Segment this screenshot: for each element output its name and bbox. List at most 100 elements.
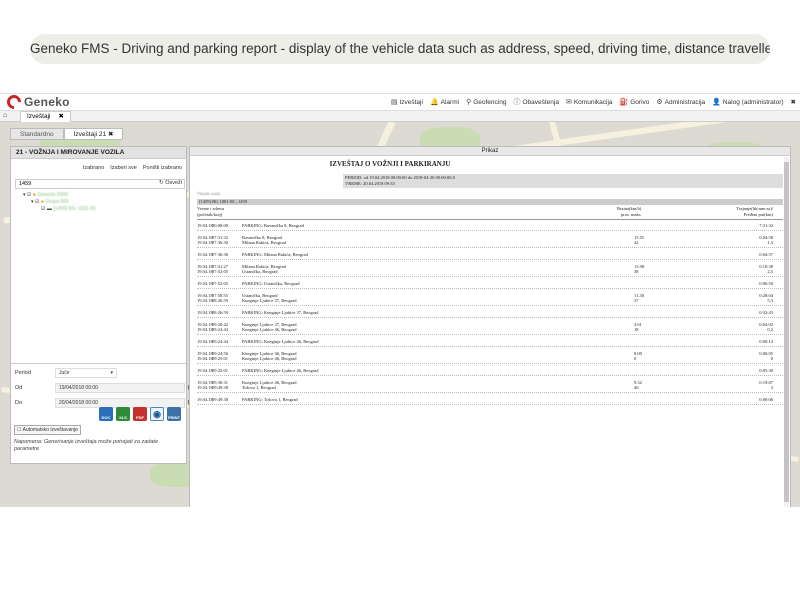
tab-izvestaji-21[interactable]: Izveštaji 21 ✖ — [63, 128, 124, 140]
map-background[interactable]: Standardno Izveštaji 21 ✖ 21 - VOŽNJA I … — [0, 122, 800, 507]
close-icon[interactable]: ✖ — [108, 131, 113, 138]
row-address: Kneginje Ljubice 46, Beograd — [242, 327, 297, 332]
nav-item-2[interactable]: ⚲ Geofencing — [466, 97, 506, 107]
nav-item-7[interactable]: 👤 Nalog (administrator) — [712, 97, 783, 107]
report-settings-panel: 21 - VOŽNJA I MIROVANJE VOZILA Izabrano … — [10, 146, 193, 464]
row-time: 09:25:01 — [212, 356, 229, 361]
row-speed: 38 — [634, 269, 639, 274]
nav-item-4[interactable]: ✉ Komunikacija — [566, 97, 613, 107]
row-divider — [197, 404, 783, 405]
period-select[interactable]: Juče ▾ — [55, 368, 117, 378]
tree-item-vehicle[interactable]: ☑ ▬ [1459] BG 1001-00 — [23, 206, 96, 213]
refresh-button[interactable]: ↻ Osveži — [159, 180, 182, 186]
row-duration: 0:05:30 — [759, 368, 773, 373]
tree-item-company[interactable]: ▾ ☑ ■ Genexis 0000 — [23, 192, 96, 199]
report-preview-panel: Prikaz IZVEŠTAJ O VOŽNJI I PARKIRANJU PE… — [189, 146, 791, 507]
period-value: Juče — [59, 370, 70, 376]
preview-title: Prikaz — [190, 147, 790, 156]
note-text: Napomena: Generisanje izveštaja može pot… — [14, 439, 158, 452]
row-address: PARKING: Ravanička 8, Beograd — [242, 223, 304, 228]
row-duration: 5,3 — [767, 298, 773, 303]
col-duration-sub: Pređeni put(km) — [743, 212, 773, 217]
row-divider — [197, 288, 783, 289]
gear-icon: ⚙ — [656, 99, 663, 106]
view-eye-icon[interactable]: ◉ — [150, 407, 164, 421]
tab-izvestaji[interactable]: Izveštaji ✖ — [20, 111, 71, 122]
nav-item-5[interactable]: ⛽ Gorivo — [620, 97, 650, 107]
row-divider — [197, 230, 783, 231]
table-header: Vreme i adresa (početak/kraj) Brzina(km/… — [197, 205, 783, 220]
row-time: 07:36:30 — [212, 252, 229, 257]
row-time: 08:26:59 — [212, 310, 229, 315]
home-icon[interactable]: ⌂ — [3, 112, 7, 119]
row-time: 08:26:59 — [212, 298, 229, 303]
deselect-link[interactable]: Poništi izabrano — [143, 165, 182, 171]
tree-label: [1459] BG 1001-00 — [53, 206, 96, 212]
nav-label: Obaveštenja — [522, 98, 559, 106]
nav-label: Izveštaji — [399, 98, 423, 106]
nav-item-1[interactable]: 🔔 Alarmi — [430, 97, 459, 107]
table-row: 19.04.18 09:49:38 PARKING: Tošova 1, Beogr… — [197, 397, 783, 402]
row-date: 19.04.18 — [197, 368, 213, 373]
report-icon: ▤ — [390, 99, 398, 106]
logo-text: Geneko — [24, 95, 70, 109]
vreme-line: VREME: 20.04.2018 09:33 — [345, 181, 395, 186]
select-all-link[interactable]: Izaberi sve — [110, 165, 137, 171]
nav-label: Alarmi — [440, 98, 460, 106]
pdf-export-icon[interactable]: PDF — [133, 407, 147, 421]
report-group: 19.04.18 09:24:44 PARKING: Kneginje Ljubic… — [197, 339, 783, 347]
row-date: 19.04.18 — [197, 252, 213, 257]
row-address: PARKING: Milana Rakića, Beograd — [242, 252, 308, 257]
row-time: 09:24:44 — [212, 327, 229, 332]
user-icon: 👤 — [712, 99, 721, 106]
table-row: 19.04.18 00:00:00 PARKING: Ravanička 8, Be… — [197, 223, 783, 228]
tree-label: Grupa 000 — [45, 199, 69, 205]
report-group: 19.04.18 07:41:27 Milana Rakića, Beograd 13… — [197, 264, 783, 277]
table-row: 19.04.18 08:26:59 PARKING: Kneginje Ljubic… — [197, 310, 783, 315]
do-label: Do — [15, 400, 23, 406]
nav-label: Administracija — [664, 98, 706, 106]
print-icon[interactable]: PRINT — [167, 407, 181, 421]
report-group: 19.04.18 07:36:30 PARKING: Milana Rakića, … — [197, 252, 783, 260]
bell-icon: 🔔 — [429, 99, 439, 106]
row-date: 19.04.18 — [197, 281, 213, 286]
top-bar: Geneko ▤ Izveštaji 🔔 Alarmi ⚲ Geofencing ⓘ Obav… — [0, 94, 800, 112]
preview-scrollbar[interactable] — [784, 157, 789, 507]
row-date: 19.04.18 — [197, 339, 213, 344]
selection-actions: Izabrano Izaberi sve Poništi izabrano — [83, 165, 182, 171]
row-divider — [197, 375, 783, 376]
scrollbar-thumb[interactable] — [784, 162, 789, 502]
nav-item-3[interactable]: ⓘ Obaveštenja — [513, 97, 559, 107]
row-address: PARKING: Kneginje Ljubice 46, Beograd — [242, 368, 319, 373]
row-speed: 42 — [634, 240, 639, 245]
nav-item-6[interactable]: ⚙ Administracija — [656, 97, 705, 107]
close-icon[interactable]: ✖ — [58, 112, 63, 122]
od-date-input[interactable]: 19/04/2018 00:00▦ — [55, 383, 193, 393]
table-row: 19.04.18 08:26:59 Kneginje Ljubice 37, Beo… — [197, 298, 783, 303]
nav-item-0[interactable]: ▤ Izveštaji — [391, 97, 423, 107]
xls-export-icon[interactable]: XLS — [116, 407, 130, 421]
row-date: 19.04.18 — [197, 327, 213, 332]
refresh-icon: ↻ — [159, 180, 164, 186]
row-date: 19.04.18 — [197, 397, 213, 402]
period-label: Period — [15, 370, 31, 376]
export-buttons: DOC XLS PDF ◉ PRINT — [99, 407, 181, 421]
selected-link[interactable]: Izabrano — [83, 165, 104, 171]
tab-izvestaji-21-label: Izveštaji 21 — [73, 131, 107, 138]
do-value: 20/04/2018 00:00 — [59, 400, 98, 406]
auto-report-checkbox[interactable]: ☐ Automatsko izveštavanje — [14, 425, 81, 435]
row-divider — [197, 363, 783, 364]
doc-export-icon[interactable]: DOC — [99, 407, 113, 421]
close-icon[interactable]: ✖ — [791, 97, 796, 107]
row-divider — [197, 259, 783, 260]
row-date: 19.04.18 — [197, 356, 213, 361]
row-divider — [197, 317, 783, 318]
row-speed: 0 — [634, 356, 637, 361]
row-divider — [197, 276, 783, 277]
tree-item-group[interactable]: ▾ ☑ ■ Grupa 000 — [23, 199, 96, 206]
report-group: 19.04.18 09:24:56 Kneginje Ljubice 46, Beo… — [197, 351, 783, 364]
row-address: PARKING: Kneginje Ljubice 37, Beograd — [242, 310, 319, 315]
tab-standardno[interactable]: Standardno — [10, 128, 64, 140]
row-time: 09:25:01 — [212, 368, 229, 373]
caret-down-icon: ▾ — [110, 370, 113, 376]
